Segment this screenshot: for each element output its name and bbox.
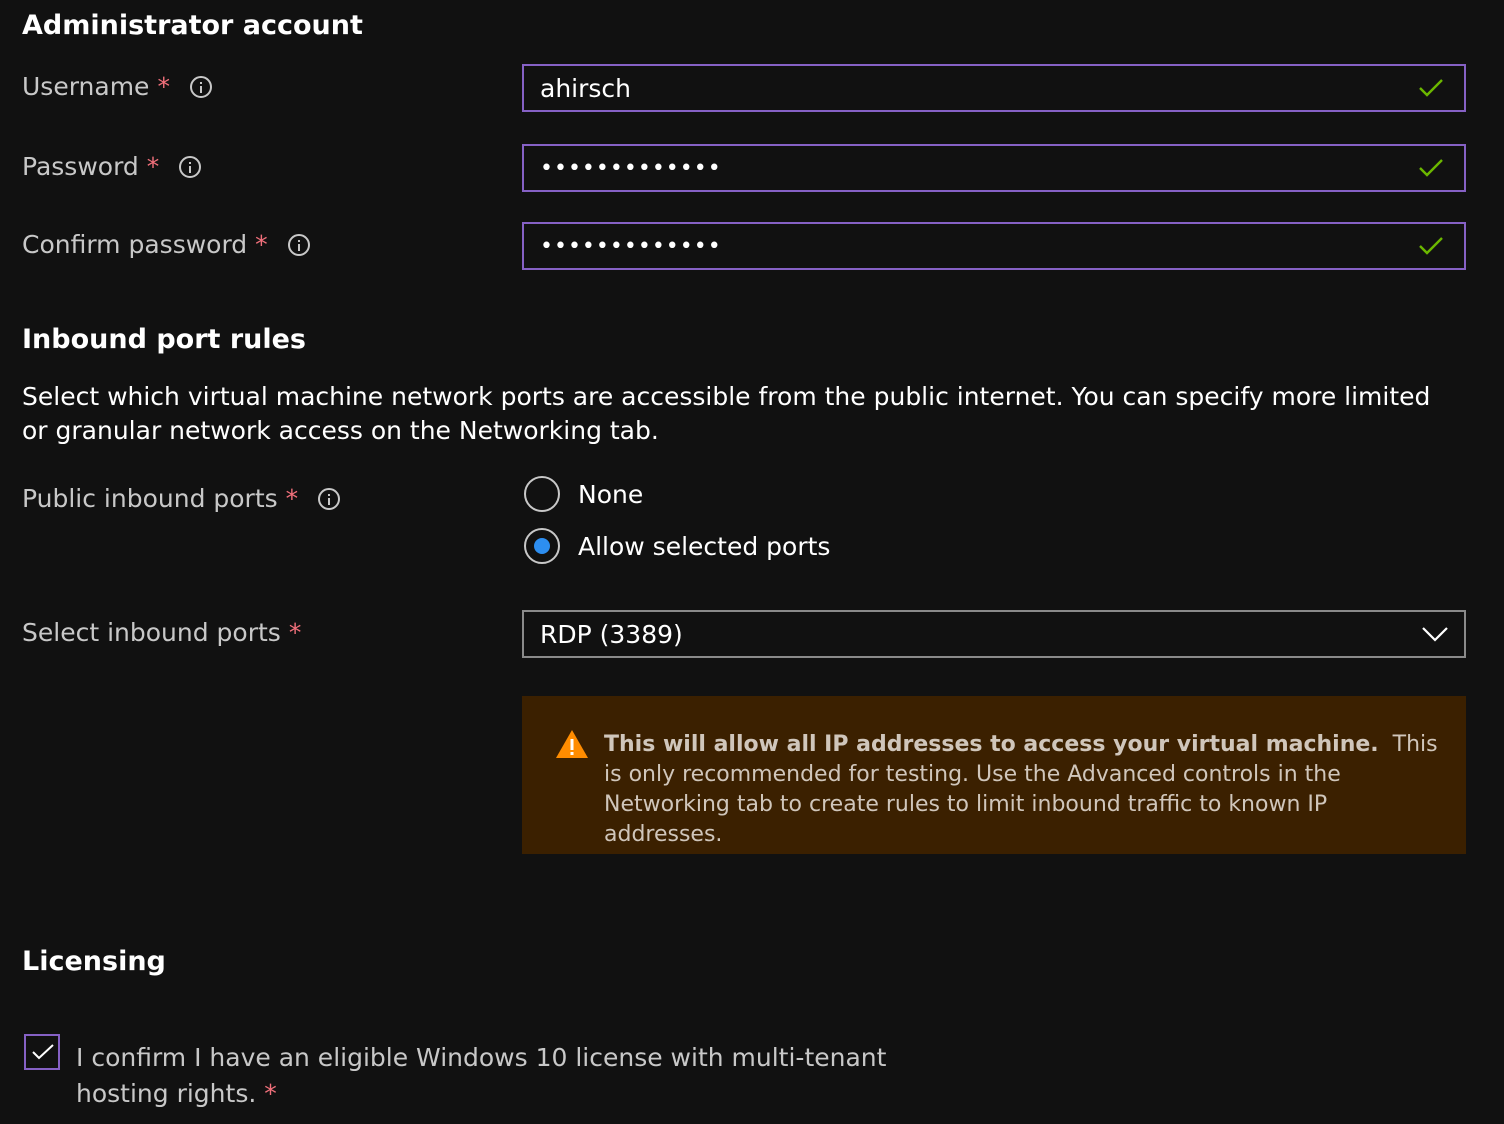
warning-icon <box>556 730 588 758</box>
required-mark: * <box>285 484 299 513</box>
inbound-description: Select which virtual machine network por… <box>22 382 1431 445</box>
select-inbound-ports-value: RDP (3389) <box>540 619 683 649</box>
radio-none-label: None <box>578 479 644 509</box>
admin-heading: Administrator account <box>22 10 363 41</box>
valid-check-icon <box>1419 237 1443 255</box>
valid-check-icon <box>1419 79 1443 97</box>
info-icon[interactable] <box>179 155 202 178</box>
username-label: Username * <box>22 72 212 101</box>
radio-allow-selected-ports-circle[interactable] <box>524 528 560 564</box>
radio-allow-selected-ports[interactable]: Allow selected ports <box>524 528 830 564</box>
required-mark: * <box>288 618 302 647</box>
info-icon[interactable] <box>287 233 310 256</box>
password-label: Password * <box>22 152 202 181</box>
required-mark: * <box>157 72 170 101</box>
warning-text: This will allow all IP addresses to acce… <box>604 730 1440 850</box>
public-inbound-ports-label-text: Public inbound ports <box>22 484 278 513</box>
username-field[interactable]: ahirsch <box>522 64 1466 112</box>
required-mark: * <box>255 230 268 259</box>
select-inbound-ports-label-text: Select inbound ports <box>22 618 281 647</box>
password-field[interactable]: ••••••••••••• <box>522 144 1466 192</box>
license-confirm-checkbox[interactable] <box>24 1034 60 1070</box>
confirm-password-label-text: Confirm password <box>22 230 248 259</box>
confirm-password-label: Confirm password * <box>22 230 310 259</box>
public-inbound-ports-label: Public inbound ports * <box>22 484 341 513</box>
password-value[interactable]: ••••••••••••• <box>524 156 1418 181</box>
warning-bold-text: This will allow all IP addresses to acce… <box>604 732 1379 757</box>
license-confirm-text: I confirm I have an eligible Windows 10 … <box>76 1043 887 1108</box>
chevron-down-icon[interactable] <box>1422 626 1448 642</box>
select-inbound-ports-label: Select inbound ports * <box>22 618 301 647</box>
info-icon[interactable] <box>189 75 212 98</box>
warning-banner: This will allow all IP addresses to acce… <box>522 696 1466 854</box>
checkbox-check-icon <box>32 1044 54 1060</box>
valid-check-icon <box>1419 159 1443 177</box>
password-label-text: Password <box>22 152 139 181</box>
confirm-password-value[interactable]: ••••••••••••• <box>524 234 1418 259</box>
select-inbound-ports-dropdown[interactable]: RDP (3389) <box>522 610 1466 658</box>
confirm-password-field[interactable]: ••••••••••••• <box>522 222 1466 270</box>
required-mark: * <box>146 152 160 181</box>
license-confirm-label[interactable]: I confirm I have an eligible Windows 10 … <box>76 1040 936 1112</box>
info-icon[interactable] <box>318 487 341 510</box>
radio-allow-selected-ports-label: Allow selected ports <box>578 531 831 561</box>
required-mark: * <box>264 1079 277 1108</box>
radio-none[interactable]: None <box>524 476 643 512</box>
radio-none-circle[interactable] <box>524 476 560 512</box>
username-value[interactable]: ahirsch <box>524 74 1418 103</box>
inbound-heading: Inbound port rules <box>22 324 306 355</box>
username-label-text: Username <box>22 72 150 101</box>
licensing-heading: Licensing <box>22 946 166 977</box>
